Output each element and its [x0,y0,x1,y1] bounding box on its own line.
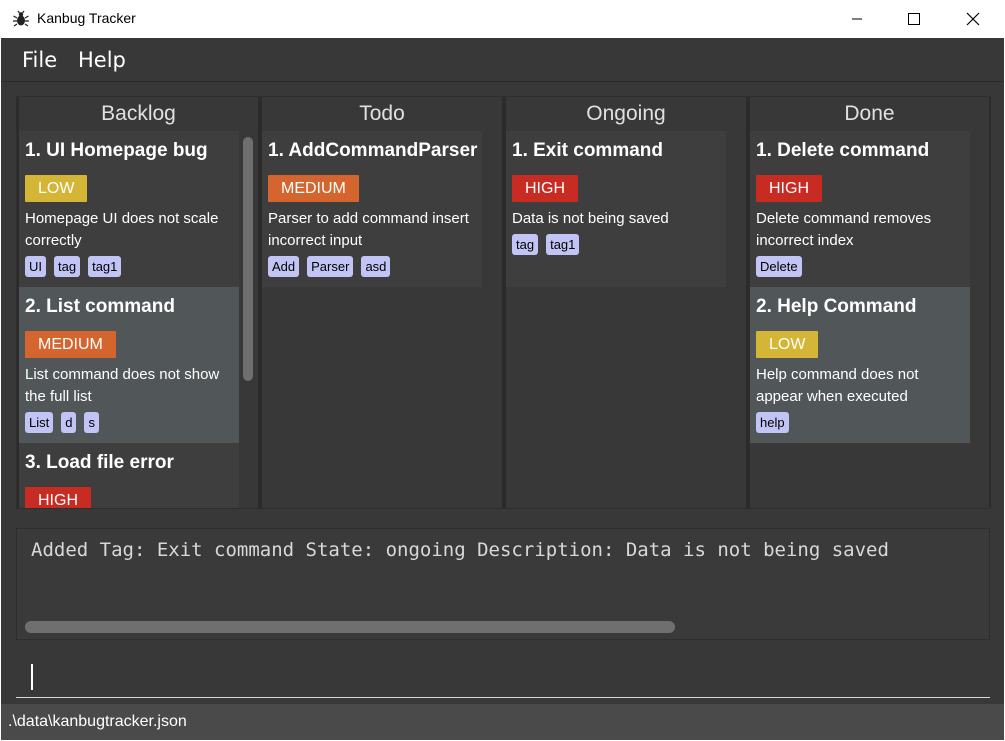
menu-file[interactable]: File [22,48,57,72]
maximize-button[interactable] [891,0,937,38]
tag-chip: tag [512,234,539,255]
card-title: 1. Exit command [512,140,663,161]
card-description: Delete command removes incorrect index [756,210,932,249]
priority-badge: HIGH [512,175,578,202]
tag-list: List d s [25,412,233,433]
maximize-icon [908,13,920,25]
column-backlog: Backlog 1. UI Homepage bug LOW Homepage UI… [17,97,260,508]
column-header: Backlog [101,102,176,125]
title-bar: Kanbug Tracker [0,0,1005,38]
minimize-button[interactable] [834,0,880,38]
tag-chip: tag1 [546,234,580,255]
priority-badge: HIGH [25,487,91,508]
bug-icon [12,10,30,28]
bug-card[interactable]: 2. List command MEDIUM List command does n… [19,287,239,443]
column-ongoing: Ongoing 1. Exit command HIGH Data is not b… [504,97,748,508]
tag-chip: asd [361,256,391,277]
tag-chip: tag [54,256,81,277]
tag-list: help [756,412,964,433]
card-title: 2. List command [25,296,175,317]
column-header: Todo [359,102,405,125]
status-bar: .\data\kanbugtracker.json [1,704,1004,740]
close-icon [966,12,980,26]
card-title: 3. Load file error [25,452,174,473]
result-display[interactable]: Added Tag: Exit command State: ongoing D… [16,528,990,640]
bug-card[interactable]: 1. UI Homepage bug LOW Homepage UI does no… [19,131,239,287]
tag-chip: Parser [307,256,354,277]
tag-chip: List [25,412,54,433]
app-window: File Help Backlog 1. UI Homepage bug LOW H… [1,38,1004,740]
tag-chip: s [84,412,99,433]
tag-chip: help [756,412,789,433]
card-description: Homepage UI does not scale correctly [25,210,219,249]
save-location: .\data\kanbugtracker.json [8,713,187,730]
text-caret [31,664,33,690]
minimize-icon [852,18,862,20]
close-button[interactable] [950,0,996,38]
tag-chip: Delete [756,256,802,277]
priority-badge: LOW [25,175,88,202]
bug-card[interactable]: 2. Help Command LOW Help command does not … [750,287,970,443]
tag-list: Delete [756,256,964,277]
tag-list: UI tag tag1 [25,256,233,277]
bug-card[interactable]: 1. AddCommandParser MEDIUM Parser to add c… [262,131,482,287]
column-card-list[interactable]: 1. AddCommandParser MEDIUM Parser to add c… [262,131,482,508]
tag-chip: d [61,412,77,433]
column-header: Done [844,102,895,125]
column-done: Done 1. Delete command HIGH Delete command… [748,97,991,508]
card-description: Help command does not appear when execut… [756,366,919,405]
card-title: 2. Help Command [756,296,917,317]
kanban-board: Backlog 1. UI Homepage bug LOW Homepage UI… [16,96,991,509]
menu-bar: File Help [1,38,1004,82]
tag-list: tag tag1 [512,234,720,255]
tag-chip: UI [25,256,46,277]
column-header: Ongoing [586,102,666,125]
menu-help[interactable]: Help [78,48,126,72]
card-description: List command does not show the full list [25,366,220,405]
bug-card[interactable]: 1. Delete command HIGH Delete command remo… [750,131,970,287]
column-card-list[interactable]: 1. UI Homepage bug LOW Homepage UI does no… [19,131,239,508]
card-title: 1. Delete command [756,140,930,161]
tag-chip: tag1 [88,256,122,277]
column-todo: Todo 1. AddCommandParser MEDIUM Parser to … [260,97,504,508]
priority-badge: LOW [756,331,819,358]
result-message: Added Tag: Exit command State: ongoing D… [31,539,889,561]
card-title: 1. UI Homepage bug [25,140,208,161]
card-description: Data is not being saved [512,210,669,227]
priority-badge: HIGH [756,175,822,202]
column-card-list[interactable]: 1. Delete command HIGH Delete command remo… [750,131,970,508]
tag-list: Add Parser asd [268,256,476,277]
command-input[interactable] [16,654,990,698]
tag-chip: Add [268,256,300,277]
card-title: 1. AddCommandParser [268,140,478,161]
priority-badge: MEDIUM [25,331,116,358]
vertical-scrollbar[interactable] [243,137,253,381]
priority-badge: MEDIUM [268,175,359,202]
horizontal-scrollbar[interactable] [25,621,675,633]
bug-card[interactable]: 1. Exit command HIGH Data is not being sav… [506,131,726,287]
card-description: Parser to add command insert incorrect i… [268,210,469,249]
bug-card[interactable]: 3. Load file error HIGH [19,443,239,508]
window-title: Kanbug Tracker [37,10,136,26]
column-card-list[interactable]: 1. Exit command HIGH Data is not being sav… [506,131,726,508]
